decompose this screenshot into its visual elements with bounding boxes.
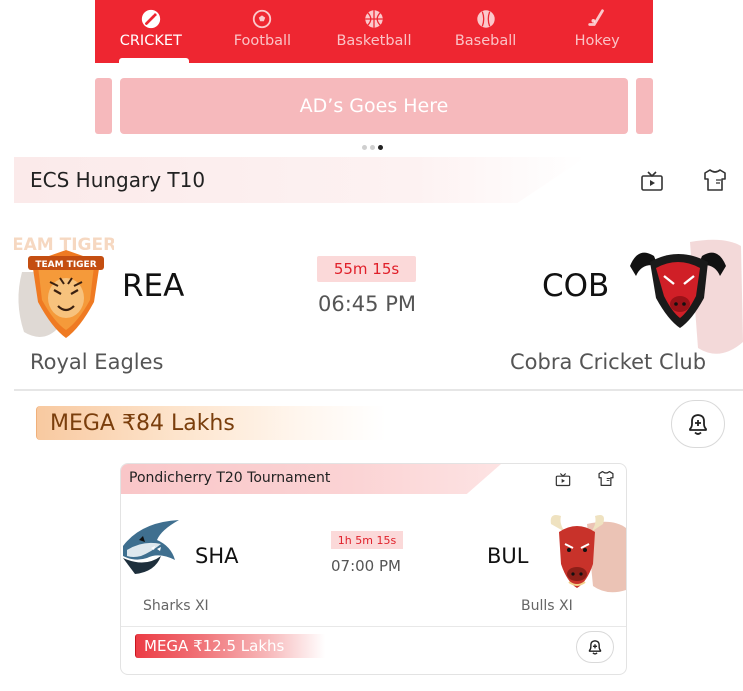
ad-banner[interactable]: AD’s Goes Here bbox=[120, 78, 628, 134]
ad-banner-next[interactable] bbox=[636, 78, 653, 134]
jersey-icon[interactable] bbox=[597, 470, 615, 487]
bell-plus-icon bbox=[689, 414, 707, 435]
tab-label: Basketball bbox=[336, 33, 412, 49]
cricket-bat-icon bbox=[141, 9, 160, 29]
tab-football[interactable]: Football bbox=[207, 0, 319, 63]
team-name-right: Bulls XI bbox=[521, 598, 573, 614]
tv-icon[interactable] bbox=[555, 472, 571, 487]
match-start-time: 06:45 PM bbox=[318, 292, 416, 316]
team-abbr-right: COB bbox=[542, 268, 610, 304]
divider bbox=[14, 389, 743, 391]
team-name-left: Royal Eagles bbox=[30, 350, 164, 374]
match-card[interactable]: Pondicherry T20 Tournament SHA 1h 5m 15s… bbox=[120, 463, 627, 675]
divider bbox=[121, 626, 626, 627]
sports-tab-bar: CRICKET Football Basketball Baseball Hok… bbox=[95, 0, 653, 63]
mega-prize-text: MEGA ₹12.5 Lakhs bbox=[144, 637, 285, 655]
carousel-dot-active[interactable] bbox=[378, 145, 383, 150]
ad-text: AD’s Goes Here bbox=[299, 95, 449, 117]
match-start-time: 07:00 PM bbox=[331, 557, 401, 575]
notify-button[interactable] bbox=[576, 631, 614, 663]
jersey-icon[interactable] bbox=[702, 168, 728, 192]
tab-cricket[interactable]: CRICKET bbox=[95, 0, 207, 63]
mega-prize-banner: MEGA ₹12.5 Lakhs bbox=[135, 634, 325, 658]
tab-label: CRICKET bbox=[119, 33, 182, 49]
svg-text:TEAM TIGER: TEAM TIGER bbox=[35, 260, 96, 270]
team-name-left: Sharks XI bbox=[143, 598, 209, 614]
basketball-icon bbox=[365, 10, 383, 28]
carousel-dot[interactable] bbox=[370, 145, 375, 150]
league-name: Pondicherry T20 Tournament bbox=[129, 470, 331, 486]
team-abbr-left: REA bbox=[122, 268, 185, 304]
hockey-stick-icon bbox=[588, 9, 605, 26]
bell-plus-icon bbox=[588, 640, 602, 655]
countdown-badge: 1h 5m 15s bbox=[331, 531, 403, 549]
carousel-dots bbox=[362, 145, 383, 150]
team-logo-bulls bbox=[550, 515, 626, 593]
team-logo-sharks bbox=[123, 520, 179, 574]
tab-baseball[interactable]: Baseball bbox=[430, 0, 542, 63]
mega-prize-text: MEGA ₹84 Lakhs bbox=[50, 410, 235, 436]
tab-label: Baseball bbox=[454, 33, 517, 49]
football-icon bbox=[253, 9, 272, 29]
team-logo-cobra-cricket-club bbox=[630, 239, 743, 354]
mega-prize-banner: MEGA ₹84 Lakhs bbox=[36, 406, 386, 440]
league-name: ECS Hungary T10 bbox=[30, 168, 206, 192]
team-abbr-left: SHA bbox=[195, 544, 239, 568]
tab-label: Football bbox=[233, 33, 292, 49]
countdown-badge: 55m 15s bbox=[317, 256, 416, 282]
carousel-dot[interactable] bbox=[362, 145, 367, 150]
team-logo-royal-eagles: EAM TIGER TEAM TIGER bbox=[14, 235, 114, 338]
team-name-right: Cobra Cricket Club bbox=[510, 350, 707, 374]
tab-basketball[interactable]: Basketball bbox=[318, 0, 430, 63]
team-abbr-right: BUL bbox=[487, 544, 529, 568]
baseball-icon bbox=[476, 10, 495, 28]
ad-banner-prev[interactable] bbox=[95, 78, 112, 134]
tv-icon[interactable] bbox=[640, 170, 664, 192]
tab-hockey[interactable]: Hokey bbox=[541, 0, 653, 63]
tab-label: Hokey bbox=[574, 33, 620, 49]
notify-button[interactable] bbox=[671, 400, 725, 448]
